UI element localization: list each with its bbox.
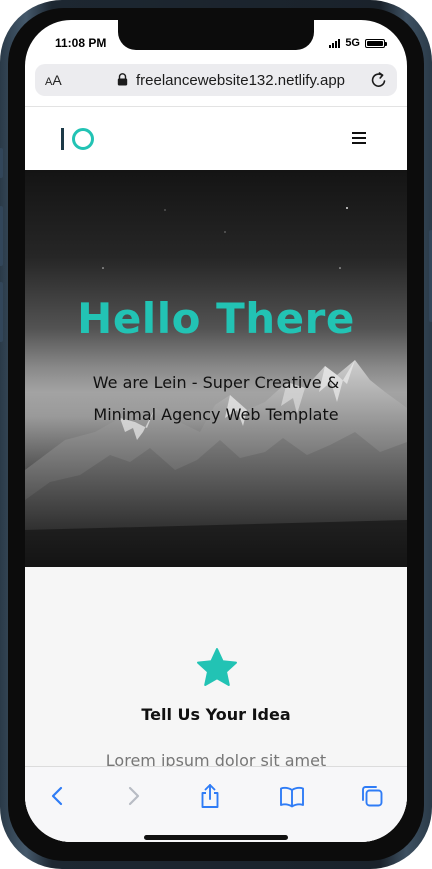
phone-screen: 11:08 PM 5G AA freelancewebsite132.netli… [25,20,407,842]
hero-subtitle-line-1: We are Lein - Super Creative & [92,373,340,392]
menu-icon[interactable] [352,132,366,145]
battery-icon [365,38,387,48]
notch [118,20,314,50]
logo-ring [72,128,94,150]
site-logo[interactable] [61,128,97,150]
tabs-icon [362,786,383,807]
back-button[interactable] [44,782,72,810]
bookmarks-icon [280,786,304,808]
back-icon [51,786,63,806]
status-indicators: 5G [329,37,387,49]
share-button[interactable] [196,782,224,810]
status-time: 11:08 PM [55,36,107,50]
hero-subtitle: We are Lein - Super Creative & Minimal A… [65,367,367,431]
share-icon [201,784,219,808]
logo-bar [61,128,64,150]
feature-title: Tell Us Your Idea [141,705,291,724]
url-text[interactable]: freelancewebsite132.netlify.app [136,72,345,89]
reader-settings-button[interactable]: AA [45,72,62,88]
address-bar[interactable]: AA freelancewebsite132.netlify.app [35,64,397,96]
reload-icon[interactable] [369,70,389,90]
volume-up-button [0,206,3,266]
forward-icon [128,786,140,806]
volume-down-button [0,282,3,342]
lock-icon [117,73,128,86]
hero-section: Hello There We are Lein - Super Creative… [25,170,407,567]
phone-frame: 11:08 PM 5G AA freelancewebsite132.netli… [0,0,432,869]
network-type: 5G [345,37,360,49]
forward-button[interactable] [119,782,147,810]
star-icon [197,648,237,686]
browser-toolbar [25,766,407,842]
silent-switch [0,148,3,178]
bookmarks-button[interactable] [278,782,306,810]
signal-icon [329,38,341,48]
home-indicator[interactable] [144,835,288,840]
hero-title: Hello There [77,294,355,343]
hero-subtitle-line-2: Minimal Agency Web Template [93,405,339,424]
site-header [25,107,407,170]
tabs-button[interactable] [358,782,386,810]
